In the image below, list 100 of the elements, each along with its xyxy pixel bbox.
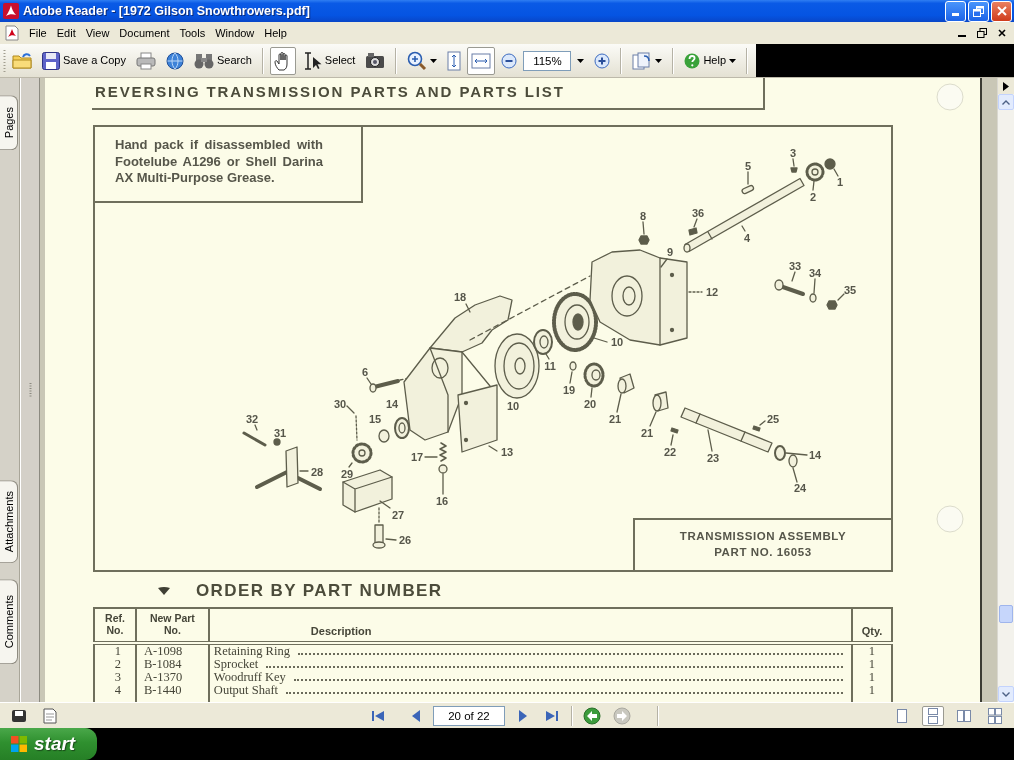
start-button[interactable]: start: [0, 728, 97, 760]
pdf-document-icon: [4, 25, 20, 41]
callout-number: 13: [500, 446, 514, 458]
close-button[interactable]: [991, 0, 1012, 22]
select-tool-button[interactable]: Select: [297, 46, 360, 75]
app-logo-icon: [3, 3, 19, 19]
callout-number: 14: [808, 449, 822, 461]
minimize-button[interactable]: [945, 0, 966, 22]
printer-icon[interactable]: [136, 51, 156, 70]
callout-number: 33: [788, 260, 802, 272]
menu-item[interactable]: Help: [259, 23, 292, 43]
table-cell: 1: [852, 643, 892, 658]
punch-hole-icon: [936, 505, 964, 533]
page-heading: REVERSING TRANSMISSION PARTS AND PARTS LIST: [95, 83, 565, 100]
callout-number: 18: [453, 291, 467, 303]
callout-number: 25: [766, 413, 780, 425]
callout-number: 9: [666, 246, 674, 258]
callout-number: 12: [705, 286, 719, 298]
callout-number: 22: [663, 446, 677, 458]
callout-number: 28: [310, 466, 324, 478]
callout-number: 6: [361, 366, 369, 378]
side-tab[interactable]: Pages: [0, 95, 18, 151]
close-icon[interactable]: [998, 29, 1006, 37]
triangle-mark-icon: [158, 587, 170, 595]
table-cell: Output Shaft: [213, 684, 279, 697]
chevron-up-icon[interactable]: [1002, 99, 1010, 105]
zoom-in-icon[interactable]: [407, 50, 428, 71]
question-circle-icon[interactable]: [684, 52, 701, 69]
callout-number: 36: [691, 207, 705, 219]
options-button[interactable]: [998, 78, 1014, 94]
menu-item[interactable]: Edit: [51, 23, 81, 43]
table-cell: B-1084: [135, 658, 209, 671]
menu-item[interactable]: File: [24, 23, 52, 43]
callout-number: 31: [273, 427, 287, 439]
section-heading: ORDER BY PART NUMBER: [196, 580, 443, 603]
caret-icon[interactable]: [430, 58, 438, 63]
folder-icon[interactable]: [12, 52, 32, 69]
zoom-field[interactable]: 115%: [523, 50, 572, 71]
next-page-icon[interactable]: [517, 709, 527, 722]
fit-width-icon[interactable]: [471, 52, 492, 69]
callout-number: 32: [245, 413, 259, 425]
menu-item[interactable]: Window: [210, 23, 260, 43]
triangle-right-icon[interactable]: [1003, 81, 1009, 91]
menu-item[interactable]: Tools: [174, 23, 211, 43]
callout-number: 26: [398, 534, 412, 546]
callout-number: 3: [789, 147, 797, 159]
callout-number: 21: [640, 427, 654, 439]
binoculars-icon[interactable]: [194, 52, 214, 69]
scroll-up-button[interactable]: [998, 94, 1014, 110]
save-copy-button[interactable]: Save a Copy: [38, 46, 130, 75]
menu-item[interactable]: View: [80, 23, 115, 43]
pages-icon[interactable]: [632, 51, 653, 70]
callout-number: 4: [743, 232, 751, 244]
restore-button[interactable]: [968, 0, 989, 22]
windows-flag-icon[interactable]: [10, 735, 28, 753]
table-cell: 1: [852, 658, 892, 671]
callout-number: 34: [808, 267, 822, 279]
splitter-grip-icon[interactable]: [28, 383, 32, 397]
caret-icon[interactable]: [577, 58, 585, 63]
callout-number: 8: [639, 210, 647, 222]
window-title: Adobe Reader - [1972 Gilson Snowthrowers.pdf]: [23, 2, 310, 20]
callout-number: 17: [410, 451, 424, 463]
previous-page-icon[interactable]: [411, 709, 421, 722]
chevron-down-icon[interactable]: [1002, 691, 1010, 697]
table-cell: 1: [852, 671, 892, 684]
table-cell: Retaining Ring: [213, 645, 290, 658]
side-tab[interactable]: Comments: [0, 578, 18, 664]
assembly-part-number: PART NO. 16053: [713, 545, 813, 560]
caret-icon[interactable]: [729, 58, 737, 63]
table-cell: 1: [94, 643, 136, 658]
table-cell: Sprocket: [213, 658, 259, 671]
scroll-down-button[interactable]: [998, 686, 1014, 702]
column-header: Description: [208, 608, 852, 643]
callout-number: 21: [608, 413, 622, 425]
page-icon[interactable]: [43, 707, 57, 724]
plus-circle-icon[interactable]: [594, 52, 611, 69]
menu-item[interactable]: Document: [114, 23, 175, 43]
callout-number: 30: [333, 398, 347, 410]
vertical-scrollbar[interactable]: [997, 78, 1014, 702]
scroll-thumb[interactable]: [999, 605, 1013, 623]
globe-icon[interactable]: [166, 51, 184, 70]
punch-hole-icon: [936, 83, 964, 111]
callout-number: 23: [706, 452, 720, 464]
fit-width-button[interactable]: [467, 46, 496, 75]
table-cell: Woodruff Key: [213, 671, 286, 684]
page-field[interactable]: 20 of 22: [433, 705, 505, 726]
callout-number: 27: [391, 509, 405, 521]
table-cell: 3: [94, 671, 136, 684]
search-button[interactable]: Search: [190, 46, 256, 75]
grip-icon: [3, 48, 6, 73]
assembly-title: TRANSMISSION ASSEMBLY: [678, 529, 848, 544]
side-tab[interactable]: Attachments: [0, 479, 18, 563]
table-cell: A-1098: [135, 643, 209, 658]
camera-icon[interactable]: [365, 52, 386, 69]
callout-number: 5: [744, 160, 752, 172]
help-button[interactable]: Help: [680, 46, 741, 75]
callout-number: 24: [793, 482, 807, 494]
minus-circle-icon[interactable]: [501, 52, 518, 69]
caret-icon[interactable]: [655, 58, 663, 63]
callout-number: 14: [385, 398, 399, 410]
